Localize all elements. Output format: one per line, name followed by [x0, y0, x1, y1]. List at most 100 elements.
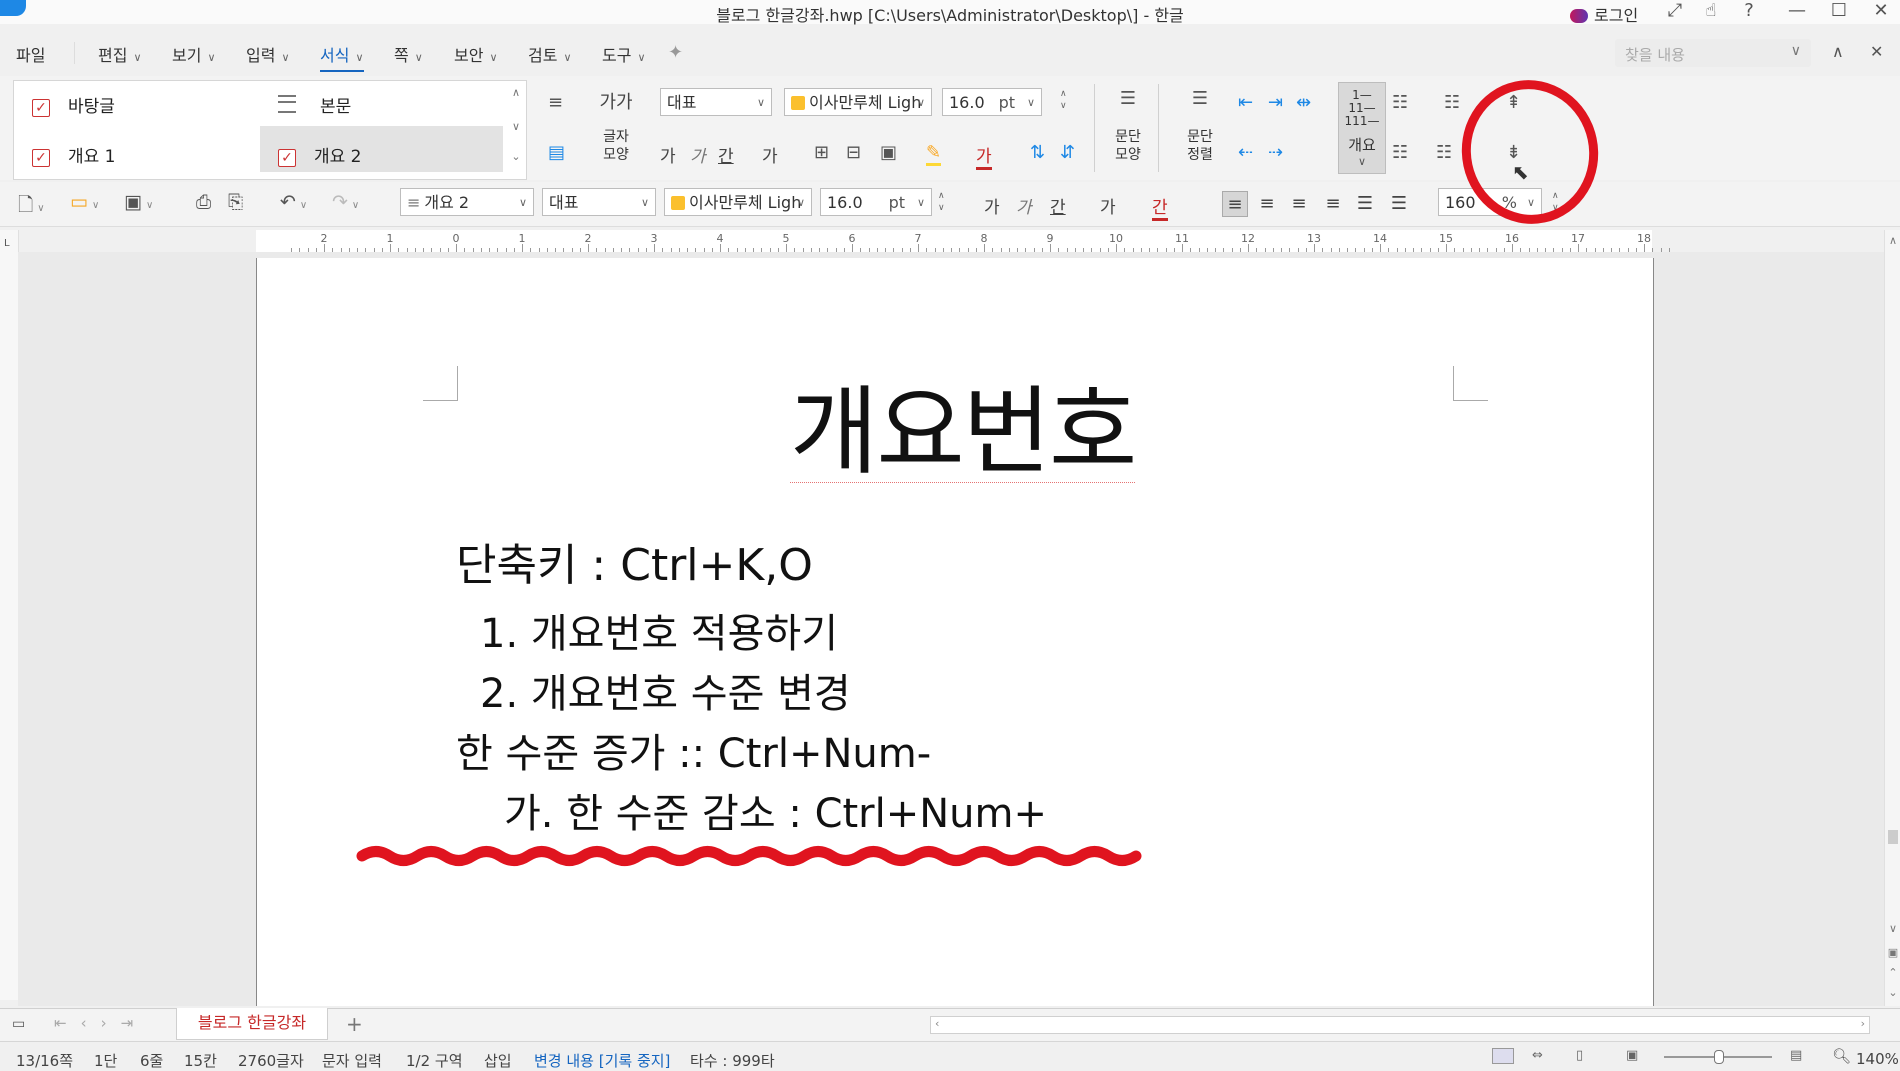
- gallery-up-icon[interactable]: ∧: [508, 86, 524, 99]
- touch-mode-icon[interactable]: ☝: [1700, 0, 1722, 22]
- view-page-icon[interactable]: ▯: [1576, 1048, 1583, 1063]
- doc-line-shortcut[interactable]: 단축키 : Ctrl+K,O: [456, 540, 813, 592]
- char-spacing-up-icon[interactable]: ⇵: [1060, 142, 1075, 163]
- menu-view[interactable]: 보기 ∨: [172, 42, 216, 66]
- align-center-button[interactable]: ≡: [1286, 191, 1312, 217]
- status-zoom[interactable]: 140%: [1856, 1050, 1899, 1068]
- new-document-icon[interactable]: 🗋 ∨: [18, 191, 45, 223]
- menu-security[interactable]: 보안 ∨: [454, 42, 498, 66]
- tab-document[interactable]: 블로그 한글강좌: [176, 1008, 328, 1040]
- outline-button[interactable]: 1— 11— 111— 개요 ∨: [1338, 82, 1386, 174]
- collapse-ribbon-icon[interactable]: ∧: [1832, 42, 1844, 61]
- indent-icon[interactable]: ⇢: [1268, 142, 1283, 163]
- multi-level-list-icon[interactable]: ☷: [1436, 142, 1452, 163]
- zoom-icon[interactable]: 🔍︎: [1832, 1047, 1851, 1065]
- italic-button[interactable]: 가: [690, 142, 706, 167]
- add-tab-button[interactable]: +: [346, 1012, 363, 1036]
- outdent-icon[interactable]: ⇠: [1238, 142, 1253, 163]
- menu-review[interactable]: 검토 ∨: [528, 42, 572, 66]
- align-distribute-button[interactable]: ☰: [1352, 191, 1378, 217]
- horizontal-ruler[interactable]: 2 1 0 1 2 3 4 5 6 7 8 9 10 11 12 13 14 15 16 17 18: [256, 230, 1670, 253]
- redo-icon[interactable]: ↷ ∨: [332, 191, 359, 213]
- expand-icon[interactable]: ⤢: [1664, 0, 1686, 22]
- indent-left-icon[interactable]: ⇤: [1238, 92, 1253, 113]
- menu-edit[interactable]: 편집 ∨: [98, 42, 142, 66]
- lang-select-2[interactable]: 대표 ∨: [542, 188, 656, 216]
- undo-icon[interactable]: ↶ ∨: [280, 191, 307, 213]
- bold-button-2[interactable]: 가: [984, 193, 1000, 218]
- next-page-icon[interactable]: ⌄: [1885, 986, 1900, 999]
- menu-file[interactable]: 파일: [16, 42, 45, 66]
- doc-line-level-down[interactable]: 가. 한 수준 감소 : Ctrl+Num+: [504, 788, 1047, 840]
- view-width-icon[interactable]: ⇔: [1532, 1048, 1543, 1063]
- menu-insert[interactable]: 입력 ∨: [246, 42, 290, 66]
- prev-page-icon[interactable]: ⌃: [1885, 966, 1900, 979]
- style-item-outline-2[interactable]: ✓ 개요 2: [278, 142, 362, 167]
- search-input[interactable]: 찾을 내용 ∨: [1615, 39, 1811, 67]
- style-apply-icon[interactable]: ▤: [548, 142, 565, 163]
- font-select-2[interactable]: 이사만루체 Ligh ∨: [664, 188, 812, 216]
- page-view-icon[interactable]: ▣: [1885, 946, 1900, 959]
- italic-button-2[interactable]: 가: [1016, 193, 1032, 218]
- align-justify-button[interactable]: ≡: [1222, 191, 1248, 217]
- border-icon[interactable]: ⊞: [814, 142, 829, 163]
- char-spacing-down-icon[interactable]: ⇅: [1030, 142, 1045, 163]
- help-button[interactable]: ?: [1738, 0, 1760, 22]
- bold-button[interactable]: 가: [660, 142, 676, 167]
- para-align-label[interactable]: 문단 정렬: [1176, 128, 1224, 164]
- font-size-input[interactable]: 16.0 pt ∨: [942, 88, 1042, 116]
- strikethrough-button[interactable]: 가: [762, 142, 778, 167]
- open-folder-icon[interactable]: ▭ ∨: [70, 191, 99, 213]
- gallery-more-icon[interactable]: ⌄: [508, 150, 524, 163]
- font-size-stepper[interactable]: ∧ ∨: [1060, 88, 1067, 112]
- scroll-up-icon[interactable]: ∧: [1885, 234, 1900, 247]
- numbered-list-icon[interactable]: ☷: [1392, 142, 1408, 163]
- shade-icon[interactable]: ⊟: [846, 142, 861, 163]
- status-mode[interactable]: 문자 입력: [322, 1050, 382, 1071]
- doc-line-level-up[interactable]: 한 수준 증가 :: Ctrl+Num-: [456, 728, 931, 780]
- status-insert[interactable]: 삽입: [484, 1050, 512, 1071]
- scroll-thumb[interactable]: [1888, 830, 1898, 844]
- doc-line-item-2[interactable]: 2. 개요번호 수준 변경: [480, 668, 851, 720]
- view-normal-icon[interactable]: [1492, 1048, 1514, 1064]
- char-shape-label[interactable]: 글자 모양: [596, 128, 636, 164]
- zoom-slider-thumb[interactable]: [1714, 1050, 1724, 1064]
- print-icon[interactable]: ⎙: [196, 191, 211, 213]
- tab-navigation-icons[interactable]: ⇤‹›⇥: [54, 1014, 147, 1032]
- para-align-icon[interactable]: ☰: [1182, 88, 1218, 109]
- maximize-button[interactable]: ☐: [1828, 0, 1850, 22]
- style-select[interactable]: ≡ 개요 2 ∨: [400, 188, 534, 216]
- style-edit-icon[interactable]: ≡: [548, 92, 563, 113]
- minimize-button[interactable]: —: [1786, 0, 1808, 22]
- font-select[interactable]: 이사만루체 Ligh ∨: [784, 88, 932, 116]
- menu-format[interactable]: 서식 ∨: [320, 42, 364, 72]
- scroll-down-icon[interactable]: ∨: [1885, 922, 1900, 935]
- status-track-changes[interactable]: 변경 내용 [기록 중지]: [534, 1050, 670, 1071]
- char-shape-icon[interactable]: 가가: [596, 88, 636, 114]
- login-button[interactable]: 로그인: [1570, 2, 1638, 26]
- align-right-button[interactable]: ≡: [1320, 191, 1346, 217]
- save-icon[interactable]: ▣ ∨: [124, 191, 153, 213]
- document-heading[interactable]: 개요번호: [790, 382, 1137, 483]
- align-left-button[interactable]: ≡: [1254, 191, 1280, 217]
- highlight-icon[interactable]: ✎: [926, 142, 942, 166]
- char-border-icon[interactable]: ▣: [880, 142, 897, 163]
- strikethrough-button-2[interactable]: 가: [1100, 193, 1116, 218]
- style-item-body-default[interactable]: ✓ 바탕글: [32, 92, 115, 117]
- font-color-icon[interactable]: 가: [976, 142, 992, 170]
- doc-line-item-1[interactable]: 1. 개요번호 적용하기: [480, 608, 838, 660]
- underline-button-2[interactable]: 간: [1050, 193, 1066, 218]
- close-window-button[interactable]: ✕: [1870, 0, 1892, 22]
- lang-select[interactable]: 대표 ∨: [660, 88, 772, 116]
- menu-tools[interactable]: 도구 ∨: [602, 42, 646, 66]
- menu-page[interactable]: 쪽 ∨: [394, 42, 423, 66]
- print-preview-icon[interactable]: ⎘: [228, 191, 243, 213]
- gallery-down-icon[interactable]: ∨: [508, 120, 524, 133]
- indent-right-icon[interactable]: ⇥: [1268, 92, 1283, 113]
- zoom-fit-icon[interactable]: ▤: [1790, 1048, 1802, 1063]
- document-page[interactable]: [256, 258, 1654, 1006]
- para-shape-icon[interactable]: ☰: [1110, 88, 1146, 109]
- indent-both-icon[interactable]: ⇹: [1296, 92, 1311, 113]
- view-multi-icon[interactable]: ▣: [1626, 1048, 1638, 1063]
- font-size-input-2[interactable]: 16.0 pt ∨: [820, 188, 932, 216]
